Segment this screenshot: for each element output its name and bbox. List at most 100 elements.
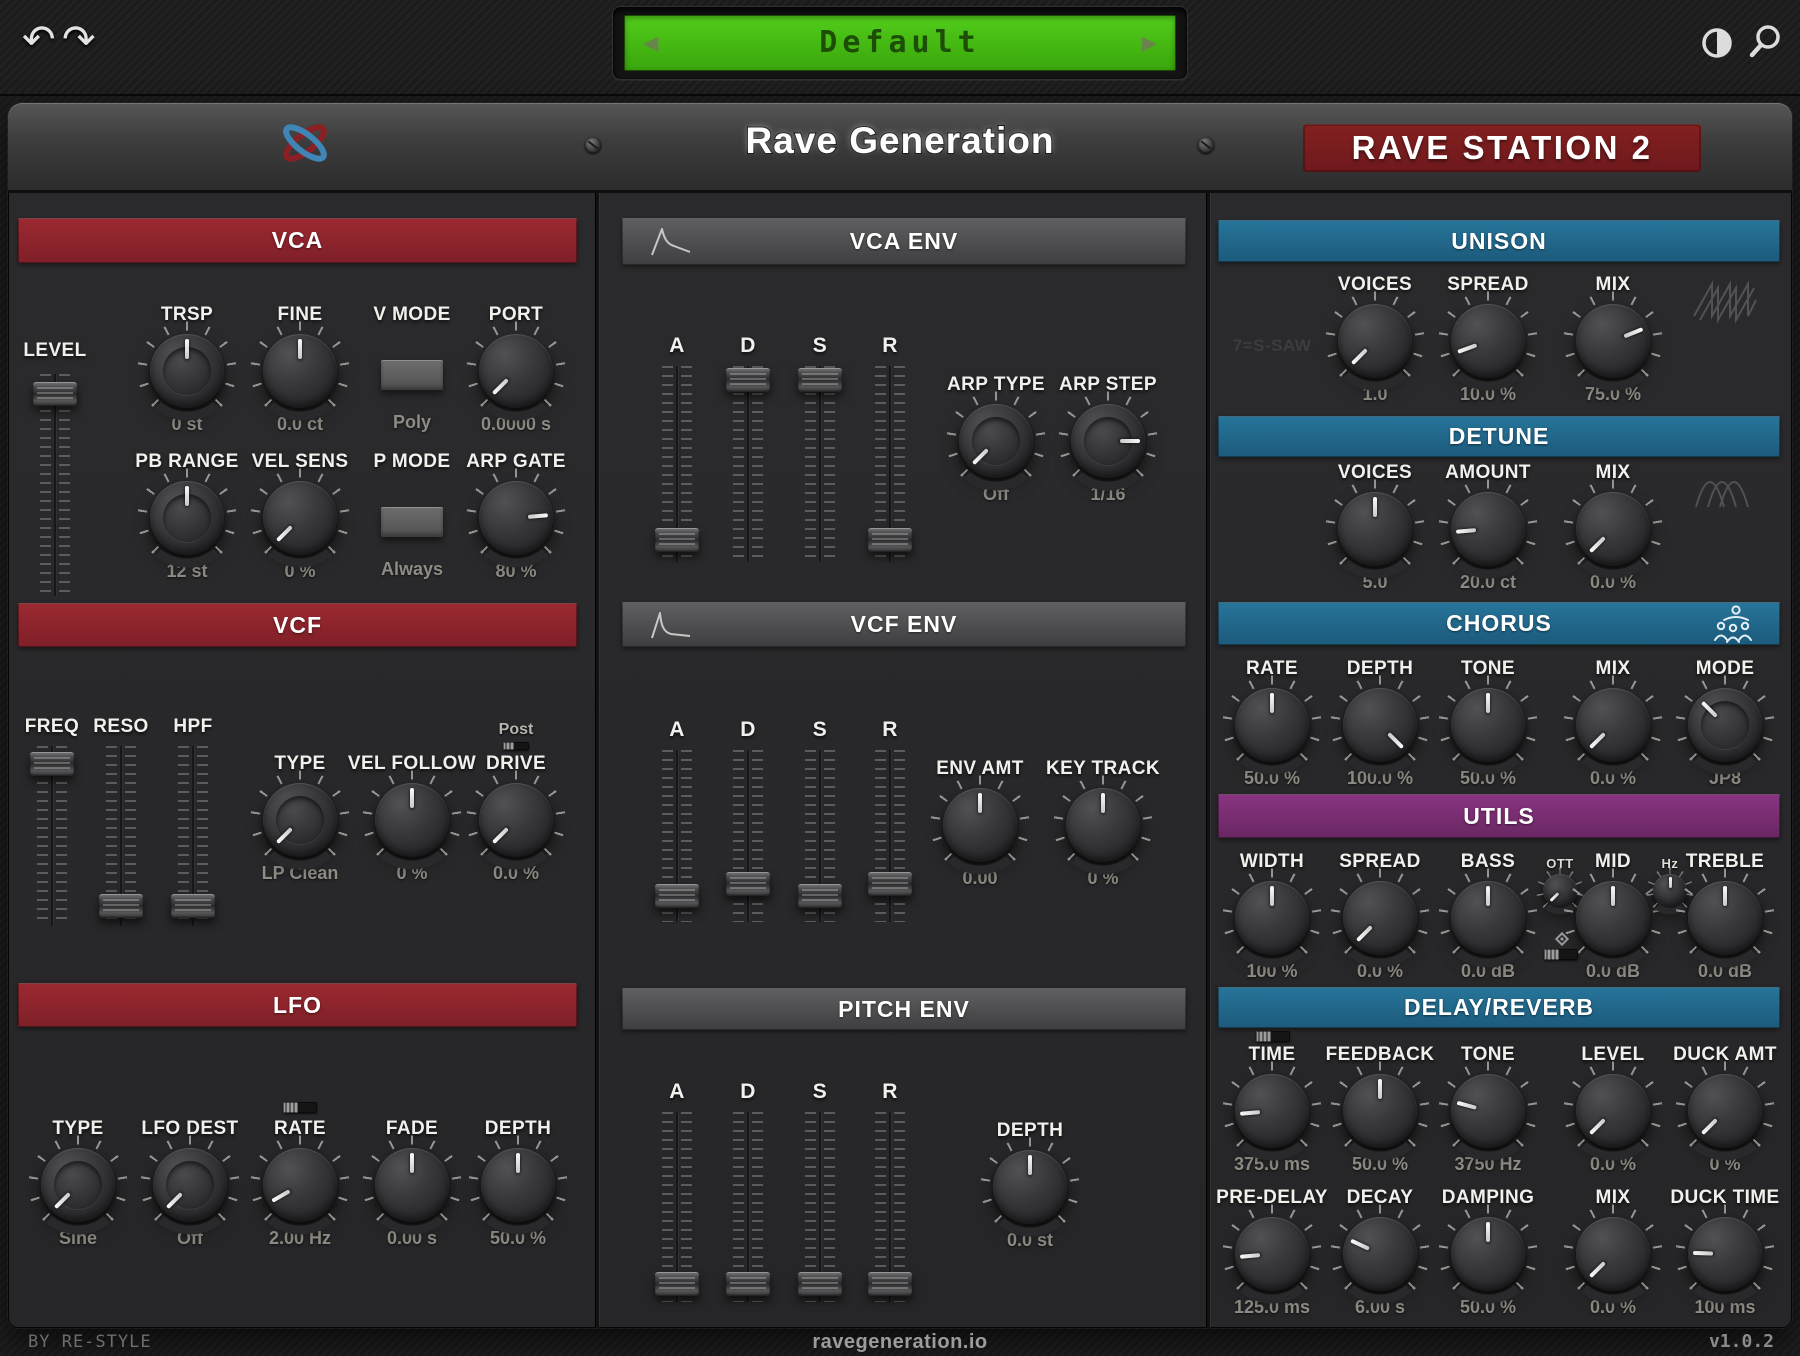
pitch-env-attack-slider[interactable] [655,1112,699,1302]
vca-env-decay-slider[interactable] [726,366,770,562]
vcf-reso-slider[interactable] [99,746,143,926]
lfo-fade-knob[interactable] [375,1148,449,1222]
unison-mix-knob[interactable] [1576,304,1650,378]
zoom-magnifier-icon[interactable] [1744,22,1784,67]
vca-trsp-knob[interactable] [150,334,224,408]
slider-track [40,374,70,596]
slider-handle[interactable] [798,1272,842,1296]
lfo-title: LFO [273,992,322,1019]
vca-v-mode-button[interactable] [381,360,443,390]
detune-voices-knob[interactable] [1338,492,1412,566]
slider-handle[interactable] [868,872,912,896]
delay-tone-knob[interactable] [1451,1074,1525,1148]
lfo-rate-sync-toggle[interactable] [283,1102,317,1113]
chorus-tone-knob[interactable] [1451,688,1525,762]
vca-p-mode-button[interactable] [381,507,443,537]
reverb-mix-knob[interactable] [1576,1217,1650,1291]
detune-amount-knob[interactable] [1451,492,1525,566]
vcf-section-header: VCF [18,603,577,647]
vcf-type-knob[interactable] [263,783,337,857]
utils-treble-knob[interactable] [1688,881,1762,955]
vcf-env-r: R [868,718,912,742]
vca-port-knob[interactable] [479,334,553,408]
contrast-icon[interactable] [1698,24,1736,67]
delay-feedback-knob[interactable] [1343,1074,1417,1148]
utils-spread-knob[interactable] [1343,881,1417,955]
vcf-env-decay-slider[interactable] [726,750,770,922]
unison-spread-knob[interactable] [1451,304,1525,378]
vca-arp-gate-knob[interactable] [479,481,553,555]
pitch-env-decay-slider[interactable] [726,1112,770,1302]
vcf-key-track: KEY TRACK 0 % [1048,758,1158,889]
lfo-rate-knob[interactable] [263,1148,337,1222]
pitch-env-r-label: R [882,1080,898,1104]
slider-handle[interactable] [655,528,699,552]
slider-handle[interactable] [798,368,842,392]
arp-step-knob[interactable] [1071,404,1145,478]
delay-level-knob[interactable] [1576,1074,1650,1148]
pitch-env-a-label: A [669,1080,685,1104]
slider-handle[interactable] [655,884,699,908]
vca-fine-knob[interactable] [263,334,337,408]
reverb-pre-delay-knob[interactable] [1235,1217,1309,1291]
reverb-decay-knob[interactable] [1343,1217,1417,1291]
utils-width-knob[interactable] [1235,881,1309,955]
delay-duck-amt-knob[interactable] [1688,1074,1762,1148]
slider-handle[interactable] [30,752,74,776]
detune-mix-knob[interactable] [1576,492,1650,566]
slider-handle[interactable] [33,382,77,406]
chorus-rate-knob[interactable] [1235,688,1309,762]
slider-handle[interactable] [726,872,770,896]
reverb-damping-knob[interactable] [1451,1217,1525,1291]
unison-voices-knob[interactable] [1338,304,1412,378]
lfo-depth-knob[interactable] [481,1148,555,1222]
slider-handle[interactable] [99,894,143,918]
redo-icon[interactable]: ↷ [62,20,96,60]
vca-env-release-slider[interactable] [868,366,912,562]
slider-handle[interactable] [726,368,770,392]
preset-next-arrow-icon[interactable]: ▶ [1142,31,1157,56]
vcf-env-amt-knob[interactable] [943,788,1017,862]
preset-display[interactable]: ◀ Default ▶ [624,15,1176,71]
vcf-freq-slider[interactable] [30,746,74,926]
vcf-env-attack-slider[interactable] [655,750,699,922]
vca-fine: FINE 0.0 ct [245,304,355,435]
pitch-env-depth-knob[interactable] [993,1150,1067,1224]
pitch-env-release-slider[interactable] [868,1112,912,1302]
vcf-env-release-slider[interactable] [868,750,912,922]
undo-icon[interactable]: ↶ [22,20,56,60]
delay-sync-toggle[interactable] [1256,1031,1290,1042]
slider-handle[interactable] [655,1272,699,1296]
slider-handle[interactable] [868,528,912,552]
vcf-vel-follow-knob[interactable] [375,783,449,857]
chorus-mode-knob[interactable] [1688,688,1762,762]
lfo-dest-knob[interactable] [153,1148,227,1222]
chorus-mix-knob[interactable] [1576,688,1650,762]
slider-handle[interactable] [726,1272,770,1296]
envelope-icon [648,224,694,260]
delay-time-knob[interactable] [1235,1074,1309,1148]
vca-env-attack-slider[interactable] [655,366,699,562]
lfo-type-knob[interactable] [41,1148,115,1222]
vcf-hpf-slider[interactable] [171,746,215,926]
vca-pb-range-knob[interactable] [150,481,224,555]
chorus-depth-knob[interactable] [1343,688,1417,762]
slider-handle[interactable] [798,884,842,908]
vca-vel-sens-knob[interactable] [263,481,337,555]
slider-handle[interactable] [171,894,215,918]
vca-env-sustain-slider[interactable] [798,366,842,562]
utils-mid-knob[interactable] [1576,881,1650,955]
utils-bass-knob[interactable] [1451,881,1525,955]
vcf-key-track-knob[interactable] [1066,788,1140,862]
utils-ott-toggle[interactable] [1544,949,1578,960]
vcf-drive-knob[interactable] [479,783,553,857]
vca-level-slider[interactable] [33,374,77,596]
pitch-env-sustain-slider[interactable] [798,1112,842,1302]
vcf-env-sustain-slider[interactable] [798,750,842,922]
slider-handle[interactable] [868,1272,912,1296]
delay-feedback: FEEDBACK 50.0 % [1325,1044,1435,1175]
arp-type-knob[interactable] [959,404,1033,478]
website-link[interactable]: ravegeneration.io [0,1331,1800,1354]
delay-duck-time-knob[interactable] [1688,1217,1762,1291]
vcf-post-toggle[interactable] [503,742,529,750]
